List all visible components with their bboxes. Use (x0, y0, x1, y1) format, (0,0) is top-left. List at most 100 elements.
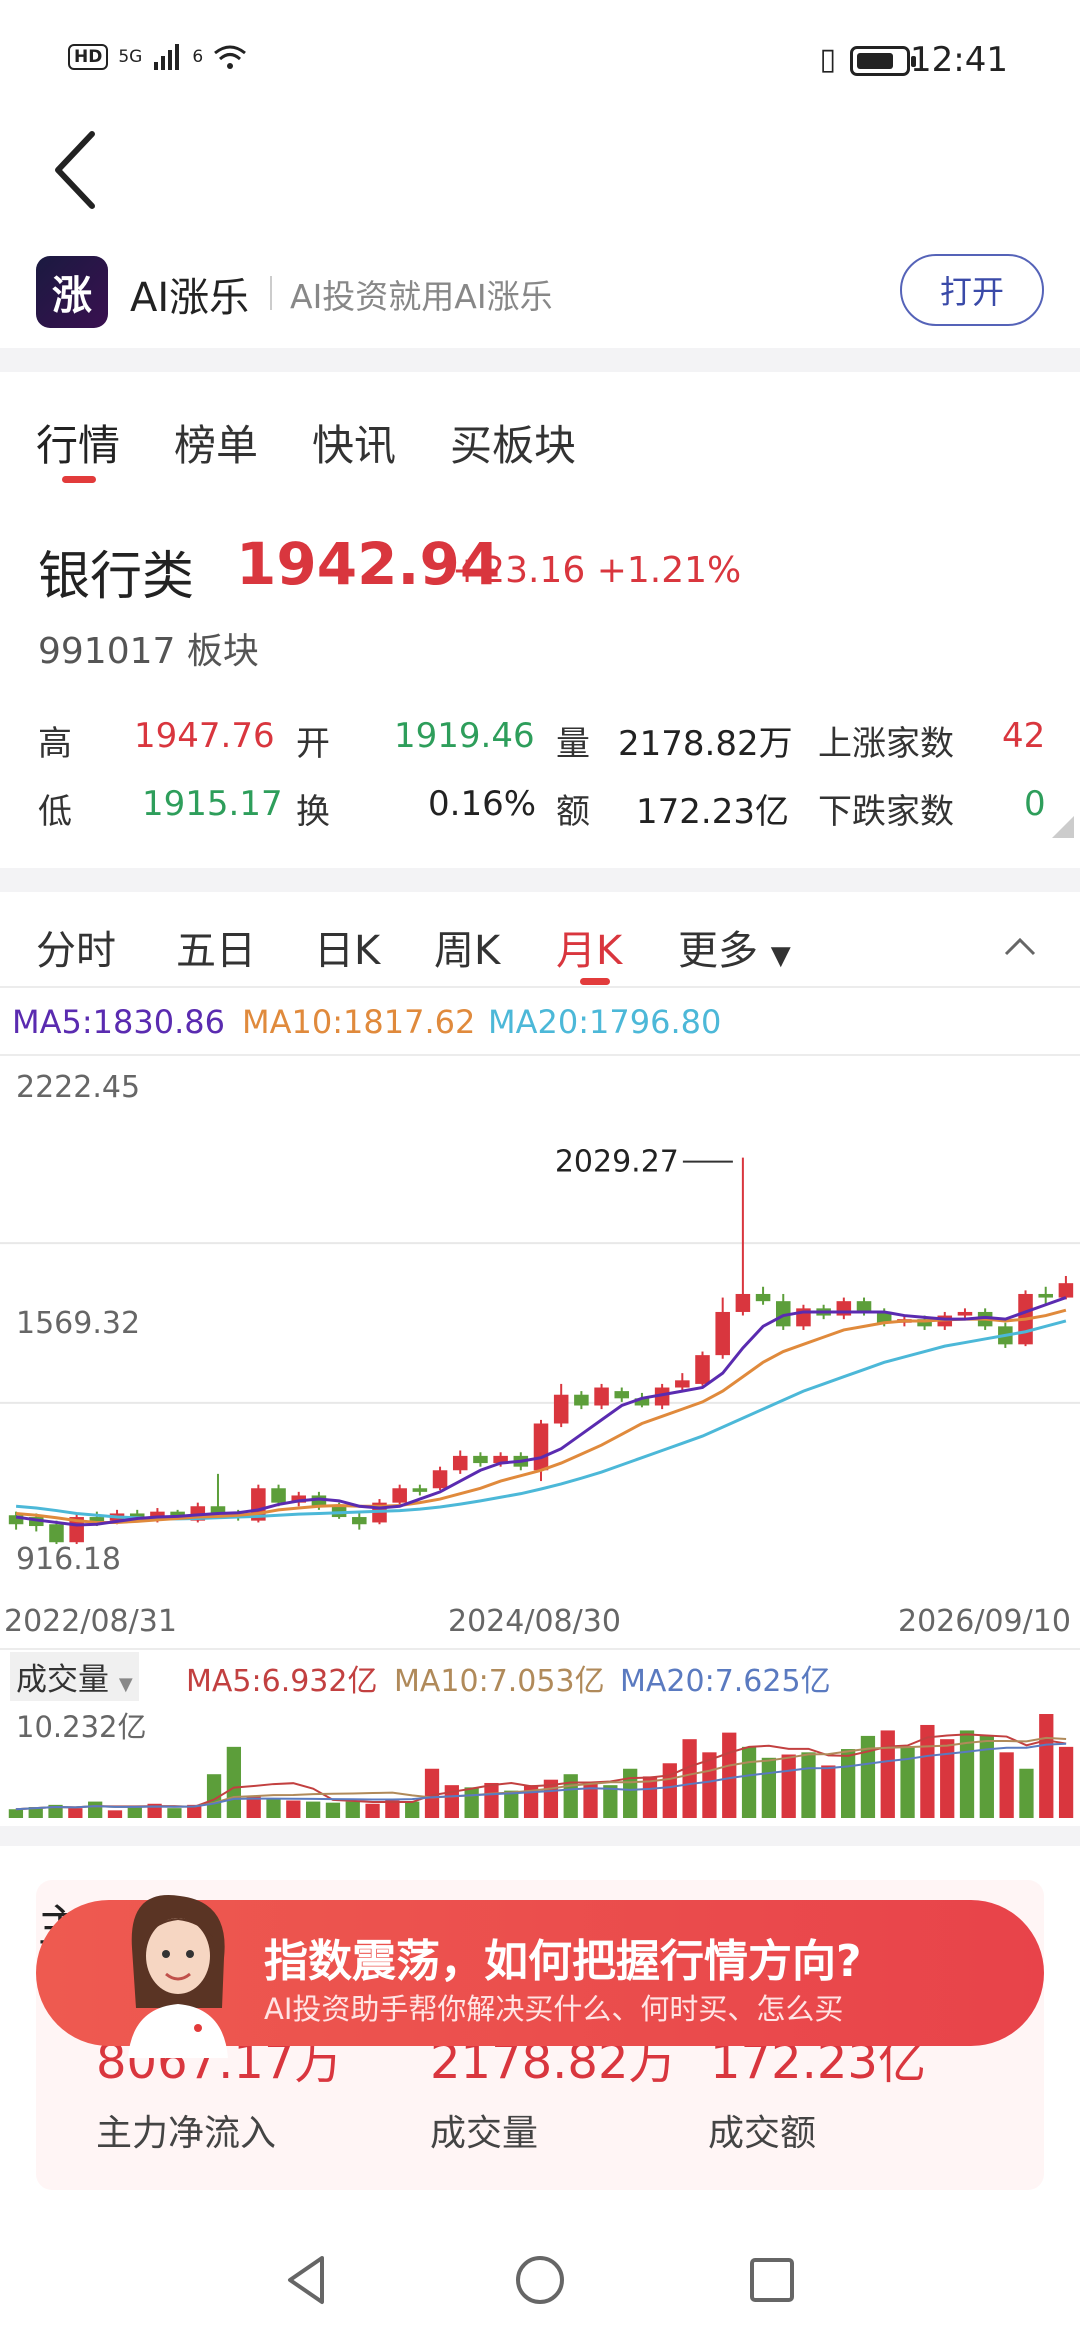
tab-intraday[interactable]: 分时 (36, 918, 116, 976)
max-annotation-label: 2029.27 (555, 1145, 679, 1180)
volume-bar (741, 1746, 757, 1818)
tab-ranking[interactable]: 榜单 (174, 412, 258, 473)
change-pct: +1.21% (596, 550, 742, 591)
candle-body (735, 1293, 751, 1312)
volume-bar (127, 1807, 142, 1818)
volume-bar (999, 1752, 1014, 1818)
volume-bar (840, 1749, 856, 1818)
date-axis-start: 2022/08/31 (4, 1604, 177, 1639)
candle-body (715, 1311, 730, 1356)
collapse-chevron-icon[interactable] (1002, 934, 1038, 958)
candle-body (755, 1293, 771, 1302)
card-amount-label: 成交额 (708, 2113, 817, 2154)
candle-body (473, 1455, 488, 1464)
tab-news[interactable]: 快讯 (312, 412, 396, 473)
app-slogan: AI投资就用AI涨乐 (290, 277, 553, 316)
volume-bar (365, 1803, 380, 1818)
volume-value: 2178.82万 (618, 724, 793, 764)
section-separator (0, 348, 1080, 372)
volume-bar (444, 1785, 459, 1818)
volume-bar (405, 1801, 420, 1818)
candle-body (574, 1394, 589, 1406)
candle-body (352, 1517, 367, 1525)
tab-weekly-k[interactable]: 周K (434, 918, 500, 976)
divider (0, 1054, 1080, 1056)
ma10-line (15, 1308, 1067, 1524)
volume-bar (305, 1801, 321, 1818)
candlestick-chart[interactable]: 2029.27 (0, 1058, 1080, 1588)
volume-bar (167, 1808, 182, 1818)
ma10-label: MA10:1817.62 (242, 1003, 476, 1041)
tab-monthly-k[interactable]: 月K (556, 918, 622, 976)
volume-bar (761, 1757, 777, 1818)
divider (0, 1648, 1080, 1650)
app-name: AI涨乐 (130, 275, 250, 321)
net-inflow-label: 主力净流入 (96, 2113, 277, 2154)
low-value: 1915.17 (142, 784, 283, 824)
volume-bar (642, 1776, 658, 1818)
candle-body (957, 1311, 973, 1316)
ma5-line (15, 1296, 1067, 1527)
volume-bar (682, 1739, 697, 1818)
back-button[interactable] (48, 120, 108, 220)
volume-bar (623, 1768, 638, 1818)
nav-recents-icon[interactable] (746, 2252, 798, 2308)
high-label: 高 (38, 724, 72, 764)
candle-body (594, 1387, 609, 1406)
candle-body (614, 1391, 630, 1399)
volume-bar (781, 1754, 796, 1818)
volume-selector[interactable]: 成交量 ▼ (10, 1652, 139, 1701)
volume-bar (266, 1798, 281, 1818)
volume-bar (68, 1808, 83, 1818)
change-value: +23.16 (452, 550, 586, 591)
status-bar: HD 5G 6 ▯ 12:41 (0, 0, 1080, 120)
candle-body (432, 1470, 448, 1489)
high-value: 1947.76 (134, 716, 275, 756)
tab-more[interactable]: 更多 ▼ (678, 918, 791, 976)
volume-bar (88, 1801, 103, 1818)
candle-body (49, 1524, 64, 1543)
candle-body (856, 1301, 872, 1312)
candle-body (271, 1488, 286, 1503)
volume-chart[interactable] (0, 1700, 1080, 1820)
tab-indicator (62, 476, 96, 483)
divider (0, 986, 1080, 988)
expand-corner-icon[interactable] (1052, 816, 1074, 838)
date-axis-mid: 2024/08/30 (448, 1604, 621, 1639)
tab-five-day[interactable]: 五日 (176, 918, 256, 976)
banner-subtitle: AI投资助手帮你解决买什么、何时买、怎么买 (264, 1992, 844, 2026)
status-left: HD 5G 6 (68, 42, 247, 72)
candle-body (695, 1355, 710, 1384)
banner-title: 指数震荡，如何把握行情方向? (264, 1936, 862, 1987)
nav-home-icon[interactable] (514, 2252, 566, 2308)
assistant-avatar (128, 1895, 228, 2058)
volume-bar (1039, 1714, 1054, 1818)
up-count-label: 上涨家数 (818, 724, 954, 764)
open-app-button[interactable]: 打开 (900, 254, 1044, 326)
candle-body (412, 1488, 428, 1492)
amount-value: 172.23亿 (636, 792, 789, 832)
vol-ma10-label: MA10:7.053亿 (394, 1664, 605, 1699)
volume-bar (603, 1785, 618, 1818)
candle-body (553, 1394, 569, 1424)
signal-bars-icon (154, 44, 180, 70)
volume-bar (880, 1730, 895, 1818)
turnover-label: 换 (296, 792, 330, 832)
volume-tag-label: 成交量 (16, 1662, 109, 1698)
clock: 12:41 (910, 40, 1008, 80)
tab-quote[interactable]: 行情 (36, 412, 120, 473)
candle-body (1038, 1293, 1053, 1298)
volume-bar (8, 1809, 24, 1818)
tab-sectors[interactable]: 买板块 (450, 412, 576, 473)
vibrate-icon: ▯ (819, 42, 836, 77)
volume-bar (345, 1801, 360, 1818)
nav-back-icon[interactable] (282, 2252, 332, 2308)
chart-tab-indicator (580, 978, 610, 985)
volume-bar (1019, 1768, 1034, 1818)
tab-daily-k[interactable]: 日K (314, 918, 380, 976)
volume-bar (801, 1752, 816, 1818)
volume-bar (722, 1732, 737, 1818)
volume-label: 量 (556, 724, 590, 764)
divider (270, 276, 272, 310)
volume-bar (484, 1782, 499, 1818)
